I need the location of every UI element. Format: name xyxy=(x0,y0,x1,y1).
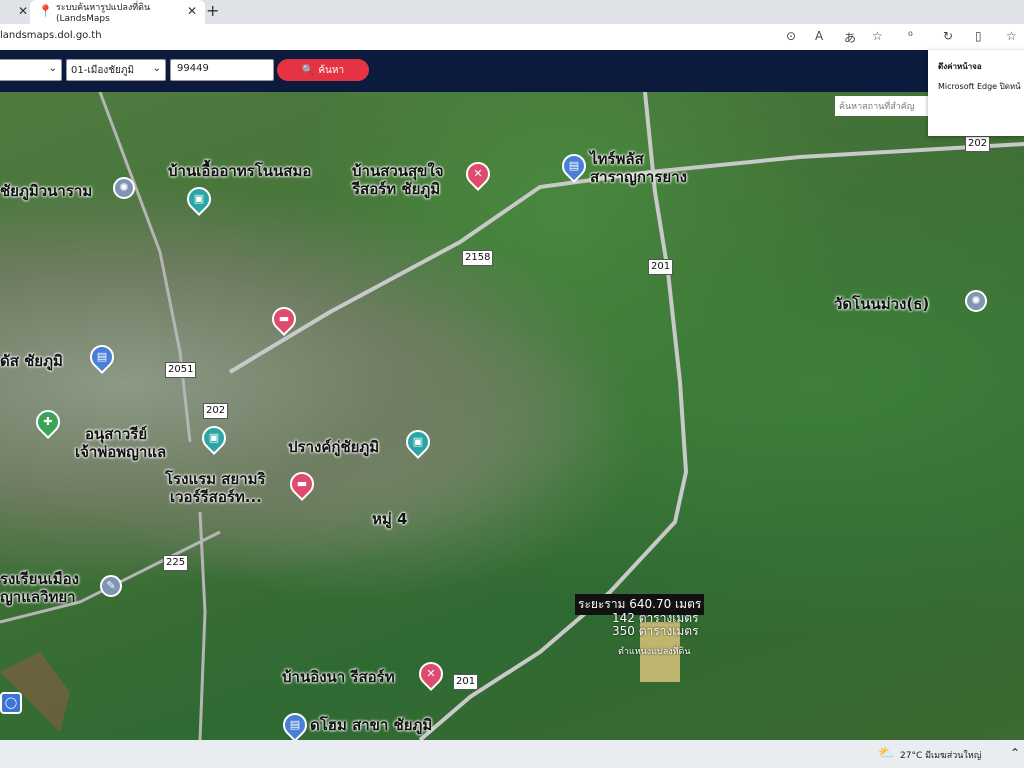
favorites-icon[interactable]: ☆ xyxy=(1006,29,1017,43)
close-tab-icon[interactable]: ✕ xyxy=(187,4,197,18)
satellite-map[interactable]: ค้นหาสถานที่สำคัญ บ้านเอื้ออาทรโนนสมอ บ้… xyxy=(0,92,1024,740)
road-shield: 2051 xyxy=(165,362,197,378)
taskbar: ⛅ 27°C มีเมฆส่วนใหญ่ ⌃ xyxy=(0,740,1024,768)
screenshot-popup: ดึงค่าหน้าจอ Microsoft Edge ปิดหน้ xyxy=(928,50,1024,136)
road-shield: 202 xyxy=(203,403,229,419)
district-select[interactable]: 01-เมืองชัยภูมิ ⌄ xyxy=(66,59,166,81)
place-label: สาราญการยาง xyxy=(590,168,687,186)
map-search-input[interactable]: ค้นหาสถานที่สำคัญ xyxy=(835,96,930,116)
place-label: วัดโนนม่วง(ธ) xyxy=(834,295,930,313)
location-control-icon[interactable]: ◯ xyxy=(0,692,22,714)
extension-icon[interactable]: ⁰ xyxy=(908,29,913,43)
tab-bar: ✕ 📍 ระบบค้นหารูปแปลงที่ดิน (LandsMaps ✕ … xyxy=(0,0,1024,24)
school-icon[interactable]: ✎ xyxy=(100,575,122,597)
place-label: เจ้าพ่อพญาแล xyxy=(75,443,167,461)
area-label-line: 350 ตารางเมตร xyxy=(612,624,699,638)
map-pin-favicon-icon: 📍 xyxy=(38,4,53,18)
tab-landsmaps[interactable]: 📍 ระบบค้นหารูปแปลงที่ดิน (LandsMaps ✕ xyxy=(30,0,205,24)
popup-text: Microsoft Edge ปิดหน้ xyxy=(938,82,1021,91)
province-select[interactable]: ⌄ xyxy=(0,59,62,81)
area-label: 142 ตารางเมตร 350 ตารางเมตร xyxy=(612,612,699,638)
place-label: บ้านสวนสุขใจ xyxy=(352,162,444,180)
close-tab-icon[interactable]: ✕ xyxy=(18,4,28,18)
parcel-number-value: 99449 xyxy=(177,63,209,74)
address-bar: landsmaps.dol.go.th ⊙ A あ ☆ ⁰ ↻ ▯ ☆ xyxy=(0,24,1024,51)
local-road xyxy=(98,92,192,443)
system-tray-icon[interactable]: ⌃ xyxy=(1010,746,1020,760)
weather-text[interactable]: 27°C มีเมฆส่วนใหญ่ xyxy=(900,748,981,762)
place-label: รงเรียนเมือง xyxy=(0,570,79,588)
temple-icon[interactable]: ✺ xyxy=(965,290,987,312)
refresh-icon[interactable]: ↻ xyxy=(943,29,953,43)
road-shield: 201 xyxy=(648,259,674,275)
place-label: บ้านเอื้ออาทรโนนสมอ xyxy=(168,162,312,180)
search-button[interactable]: 🔍 ค้นหา xyxy=(277,59,369,81)
place-label: ดัส ชัยภูมิ xyxy=(0,352,63,370)
chevron-down-icon: ⌄ xyxy=(48,63,57,74)
place-label: รีสอร์ท ชัยภูมิ xyxy=(352,180,441,198)
search-icon: 🔍 xyxy=(301,64,315,76)
landsmaps-header: ⌄ 01-เมืองชัยภูมิ ⌄ 99449 🔍 ค้นหา xyxy=(0,50,1024,92)
favorite-star-icon[interactable]: ☆ xyxy=(872,29,883,43)
split-screen-icon[interactable]: ▯ xyxy=(975,29,982,43)
parcel-caption: ตำแหน่งแปลงที่ดิน xyxy=(618,647,691,657)
weather-cloud-icon[interactable]: ⛅ xyxy=(878,746,894,761)
road-shield: 201 xyxy=(453,674,479,690)
place-label: ปรางค์กู่ชัยภูมิ xyxy=(288,438,380,456)
place-label: ชัยภูมิวนาราม xyxy=(0,182,93,200)
parcel-number-input[interactable]: 99449 xyxy=(170,59,274,81)
read-aloud-icon[interactable]: A xyxy=(815,29,823,43)
tab-title: ระบบค้นหารูปแปลงที่ดิน (LandsMaps xyxy=(56,3,151,24)
place-label: ไทร์พลัส xyxy=(590,150,644,168)
road-shield: 2158 xyxy=(462,250,494,266)
local-road xyxy=(198,511,207,740)
temple-icon[interactable]: ✺ xyxy=(113,177,135,199)
place-label: บ้านอิงนา รีสอร์ท xyxy=(282,668,395,686)
search-button-label: ค้นหา xyxy=(318,64,345,76)
district-select-value: 01-เมืองชัยภูมิ xyxy=(71,65,135,76)
place-label: ดโฮม สาขา ชัยภูมิ xyxy=(310,716,433,734)
place-label: โรงแรม สยามริ xyxy=(165,470,266,488)
road-shield: 202 xyxy=(965,136,991,152)
place-label: เวอร์รีสอร์ท... xyxy=(170,488,262,506)
place-label: อนุสาวรีย์ xyxy=(85,425,148,443)
place-label: ญาแลวิทยา xyxy=(0,588,76,606)
popup-title: ดึงค่าหน้าจอ xyxy=(938,62,982,71)
place-label: หมู่ 4 xyxy=(372,510,408,528)
road-shield: 225 xyxy=(163,555,189,571)
location-icon[interactable]: ⊙ xyxy=(786,29,796,43)
chevron-down-icon: ⌄ xyxy=(152,63,161,74)
translate-icon[interactable]: あ xyxy=(844,29,856,46)
url-text[interactable]: landsmaps.dol.go.th xyxy=(0,30,102,41)
new-tab-icon[interactable]: + xyxy=(206,1,219,20)
map-roads xyxy=(0,92,1024,740)
